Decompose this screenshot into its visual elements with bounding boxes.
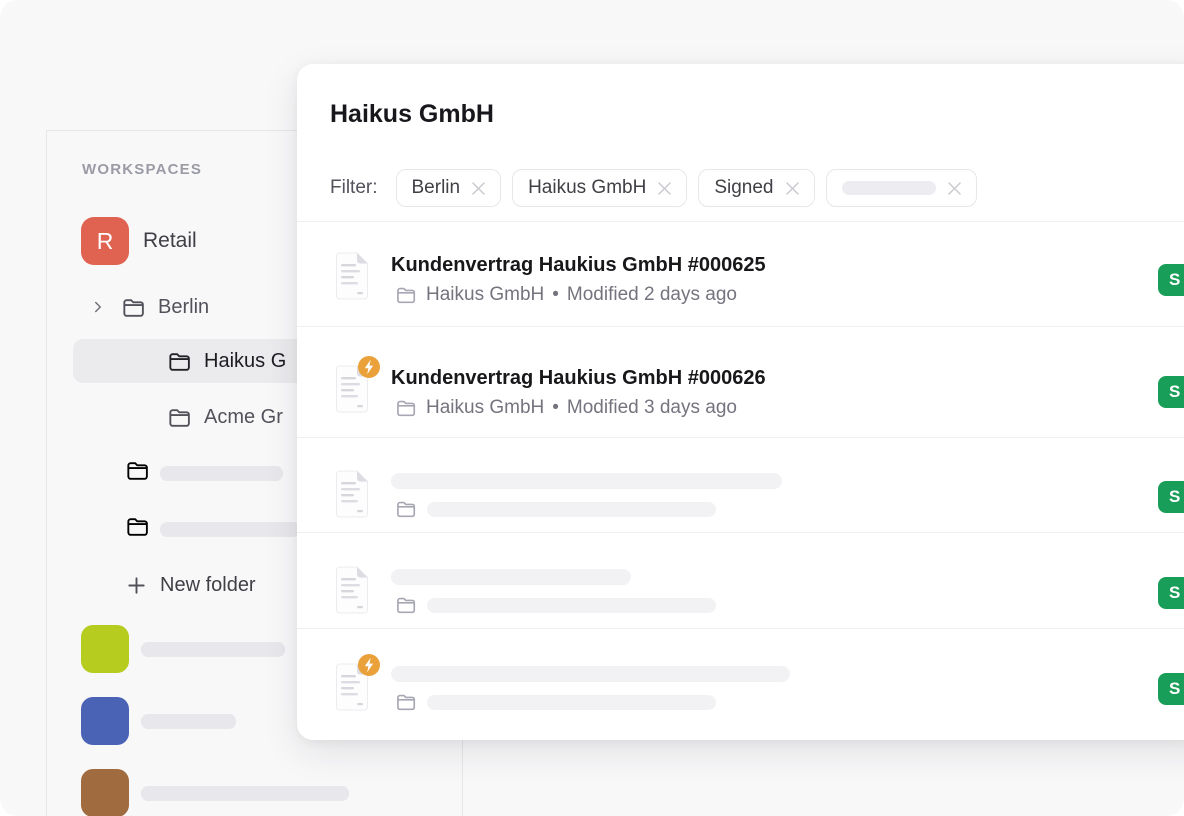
folder-label: Berlin (158, 296, 209, 319)
workspace-avatar (81, 697, 129, 745)
skeleton-text-bar (160, 466, 283, 481)
folder-icon (125, 458, 150, 488)
document-modified: Modified 2 days ago (567, 284, 737, 306)
sidebar-item-workspace-skeleton[interactable] (81, 625, 285, 673)
chevron-right-icon[interactable] (89, 298, 107, 316)
status-badge: S (1158, 577, 1184, 609)
filter-chip-haikus-gmbh[interactable]: Haikus GmbH (512, 169, 687, 207)
folder-icon (395, 498, 417, 520)
skeleton-text-bar (141, 786, 349, 801)
skeleton-text-bar (141, 642, 285, 657)
folder-icon (395, 284, 417, 306)
sidebar-item-berlin-folder[interactable]: Berlin (89, 293, 209, 321)
close-icon[interactable] (469, 179, 488, 198)
page-title: Haikus GmbH (330, 100, 494, 129)
folder-icon (395, 397, 417, 419)
sidebar-item-workspace-skeleton[interactable] (81, 697, 236, 745)
document-icon (334, 252, 370, 300)
workspace-avatar (81, 625, 129, 673)
status-badge: S (1158, 673, 1184, 705)
filter-chip-signed[interactable]: Signed (698, 169, 814, 207)
filter-bar: Filter: Berlin Haikus GmbH Signed (330, 168, 988, 208)
document-modified: Modified 3 days ago (567, 397, 737, 419)
document-icon (334, 663, 370, 711)
document-meta (391, 498, 782, 520)
meta-separator: • (552, 284, 559, 306)
workspace-avatar: R (81, 217, 129, 265)
document-folder: Haikus GmbH (426, 284, 544, 306)
folder-icon (167, 349, 192, 374)
new-folder-label: New folder (160, 574, 256, 597)
close-icon[interactable] (783, 179, 802, 198)
folder-detail-panel: Haikus GmbH Filter: Berlin Haikus GmbH S… (297, 64, 1184, 740)
document-title: Kundenvertrag Haukius GmbH #000626 (391, 365, 766, 391)
folder-icon (167, 405, 192, 430)
meta-separator: • (552, 397, 559, 419)
filter-chip-label: Haikus GmbH (528, 177, 646, 199)
skeleton-title-bar (391, 569, 631, 585)
new-folder-button[interactable]: New folder (125, 571, 256, 599)
workspaces-section-label: WORKSPACES (82, 161, 202, 178)
lightning-badge-icon (358, 654, 380, 676)
filter-chip-berlin[interactable]: Berlin (396, 169, 502, 207)
skeleton-title-bar (391, 666, 790, 682)
sidebar-item-acme-folder[interactable]: Acme Gr (167, 403, 283, 431)
folder-icon (121, 295, 146, 320)
skeleton-title-bar (391, 473, 782, 489)
document-meta (391, 594, 716, 616)
app-canvas: WORKSPACES R Retail Berlin Haikus G Acme… (0, 0, 1184, 816)
document-icon (334, 470, 370, 518)
document-row-skeleton[interactable] (334, 533, 1137, 616)
document-meta: Haikus GmbH • Modified 2 days ago (391, 284, 766, 306)
filter-label: Filter: (330, 177, 378, 199)
document-folder: Haikus GmbH (426, 397, 544, 419)
document-icon (334, 566, 370, 614)
folder-icon (125, 514, 150, 544)
document-icon (334, 365, 370, 413)
close-icon[interactable] (945, 179, 964, 198)
folder-icon (395, 594, 417, 616)
skeleton-meta-bar (427, 695, 716, 710)
skeleton-text-bar (141, 714, 236, 729)
lightning-badge-icon (358, 356, 380, 378)
document-row-skeleton[interactable] (334, 629, 1137, 713)
folder-label: Acme Gr (204, 406, 283, 429)
filter-chip-label: Signed (714, 177, 773, 199)
filter-chip-skeleton[interactable] (826, 169, 977, 207)
document-row[interactable]: Kundenvertrag Haukius GmbH #000626 Haiku… (334, 327, 1137, 419)
folder-label: Haikus G (204, 350, 286, 373)
document-meta: Haikus GmbH • Modified 3 days ago (391, 397, 766, 419)
status-badge: S (1158, 376, 1184, 408)
document-row[interactable]: Kundenvertrag Haukius GmbH #000625 Haiku… (334, 222, 1137, 306)
skeleton-meta-bar (427, 502, 716, 517)
skeleton-meta-bar (427, 598, 716, 613)
sidebar-item-folder-skeleton[interactable] (125, 459, 283, 487)
workspace-name: Retail (143, 229, 197, 253)
filter-chip-label: Berlin (412, 177, 461, 199)
document-title: Kundenvertrag Haukius GmbH #000625 (391, 252, 766, 278)
status-badge: S (1158, 264, 1184, 296)
close-icon[interactable] (655, 179, 674, 198)
status-badge: S (1158, 481, 1184, 513)
skeleton-text-bar (160, 522, 300, 537)
plus-icon (125, 574, 148, 597)
sidebar-item-retail-workspace[interactable]: R Retail (81, 217, 197, 265)
sidebar-item-folder-skeleton[interactable] (125, 515, 300, 543)
folder-icon (395, 691, 417, 713)
sidebar-item-workspace-skeleton[interactable] (81, 769, 349, 816)
document-meta (391, 691, 790, 713)
workspace-avatar (81, 769, 129, 816)
skeleton-text-bar (842, 181, 936, 195)
document-row-skeleton[interactable] (334, 438, 1137, 520)
